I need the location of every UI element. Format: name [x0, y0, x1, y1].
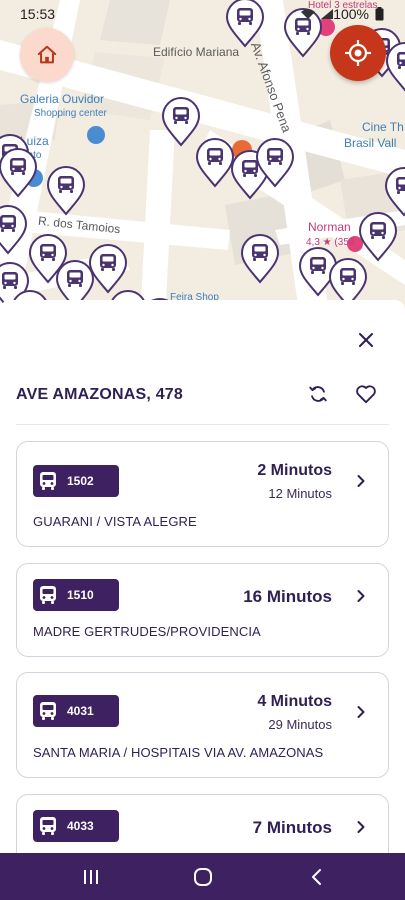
status-bar: 15:53 100% — [0, 0, 405, 28]
recent-apps-icon — [84, 870, 98, 884]
home-button[interactable] — [20, 28, 74, 82]
battery-level: 100% — [333, 6, 369, 22]
map-view[interactable]: Edifício Mariana Galeria Ouvidor Shoppin… — [0, 0, 405, 320]
chevron-right-icon — [357, 590, 365, 602]
back-icon — [312, 869, 321, 885]
bus-stop-pin[interactable] — [46, 166, 86, 216]
refresh-icon — [309, 386, 327, 402]
line-number: 4033 — [67, 819, 94, 833]
bus-icon — [40, 472, 56, 490]
line-badge: 4033 — [33, 810, 119, 842]
home-square-icon — [194, 868, 212, 886]
line-number: 4031 — [67, 704, 94, 718]
back-button[interactable] — [305, 865, 329, 889]
favorite-button[interactable] — [352, 380, 380, 408]
refresh-button[interactable] — [304, 380, 332, 408]
following-arrival-time: 29 Minutos — [268, 717, 332, 732]
stop-name: AVE AMAZONAS, 478 — [16, 386, 183, 403]
bus-stop-pin[interactable] — [0, 148, 38, 198]
line-number: 1510 — [67, 588, 94, 602]
route-name: MADRE GERTRUDES/PROVIDENCIA — [33, 624, 261, 639]
next-arrival-time: 2 Minutos — [257, 462, 332, 479]
bus-icon — [40, 702, 56, 720]
bus-stop-pin[interactable] — [0, 205, 28, 255]
battery-icon — [375, 7, 384, 21]
close-button[interactable] — [350, 324, 382, 356]
close-icon — [359, 333, 373, 347]
chevron-right-icon — [357, 821, 365, 833]
next-arrival-time: 4 Minutos — [257, 693, 332, 710]
following-arrival-time: 12 Minutos — [268, 486, 332, 501]
divider — [16, 424, 389, 425]
line-number: 1502 — [67, 474, 94, 488]
bus-stop-pin[interactable] — [88, 244, 128, 294]
signal-icon — [321, 9, 333, 19]
bus-stop-pin[interactable] — [385, 42, 405, 92]
arrival-card[interactable]: 4031 4 Minutos 29 Minutos SANTA MARIA / … — [16, 672, 389, 778]
bus-stop-pin[interactable] — [195, 138, 235, 188]
stop-details-sheet: AVE AMAZONAS, 478 1502 2 Minutos 12 Minu… — [0, 300, 405, 853]
map-label-norman: Norman — [308, 220, 351, 234]
bus-stop-pin[interactable] — [384, 167, 405, 217]
arrival-card[interactable]: 1502 2 Minutos 12 Minutos GUARANI / VIST… — [16, 441, 389, 547]
bus-icon — [40, 817, 56, 835]
wifi-icon — [301, 9, 315, 19]
map-label-cine2: Brasil Vall — [344, 136, 397, 150]
map-label-shopping: Shopping center — [34, 108, 107, 119]
recent-apps-button[interactable] — [79, 865, 103, 889]
my-location-button[interactable] — [330, 25, 386, 81]
bus-icon — [40, 586, 56, 604]
map-label-cine1: Cine Th — [362, 120, 404, 134]
arrival-card[interactable]: 4033 7 Minutos — [16, 794, 389, 853]
next-arrival-time: 7 Minutos — [252, 818, 332, 837]
line-badge: 1510 — [33, 579, 119, 611]
system-navigation-bar — [0, 853, 405, 900]
line-badge: 1502 — [33, 465, 119, 497]
bus-stop-pin[interactable] — [358, 212, 398, 262]
map-label-galeria: Galeria Ouvidor — [20, 92, 105, 106]
heart-icon — [356, 385, 376, 404]
chevron-right-icon — [357, 475, 365, 487]
chevron-right-icon — [357, 706, 365, 718]
arrival-card[interactable]: 1510 16 Minutos MADRE GERTRUDES/PROVIDEN… — [16, 563, 389, 657]
route-name: SANTA MARIA / HOSPITAIS VIA AV. AMAZONAS — [33, 745, 324, 760]
home-icon — [37, 45, 57, 64]
bus-stop-pin[interactable] — [255, 138, 295, 188]
bus-stop-pin[interactable] — [240, 234, 280, 284]
line-badge: 4031 — [33, 695, 119, 727]
next-arrival-time: 16 Minutos — [243, 587, 332, 606]
status-time: 15:53 — [20, 6, 56, 22]
home-nav-button[interactable] — [191, 865, 215, 889]
my-location-icon — [345, 40, 371, 66]
route-name: GUARANI / VISTA ALEGRE — [33, 514, 197, 529]
